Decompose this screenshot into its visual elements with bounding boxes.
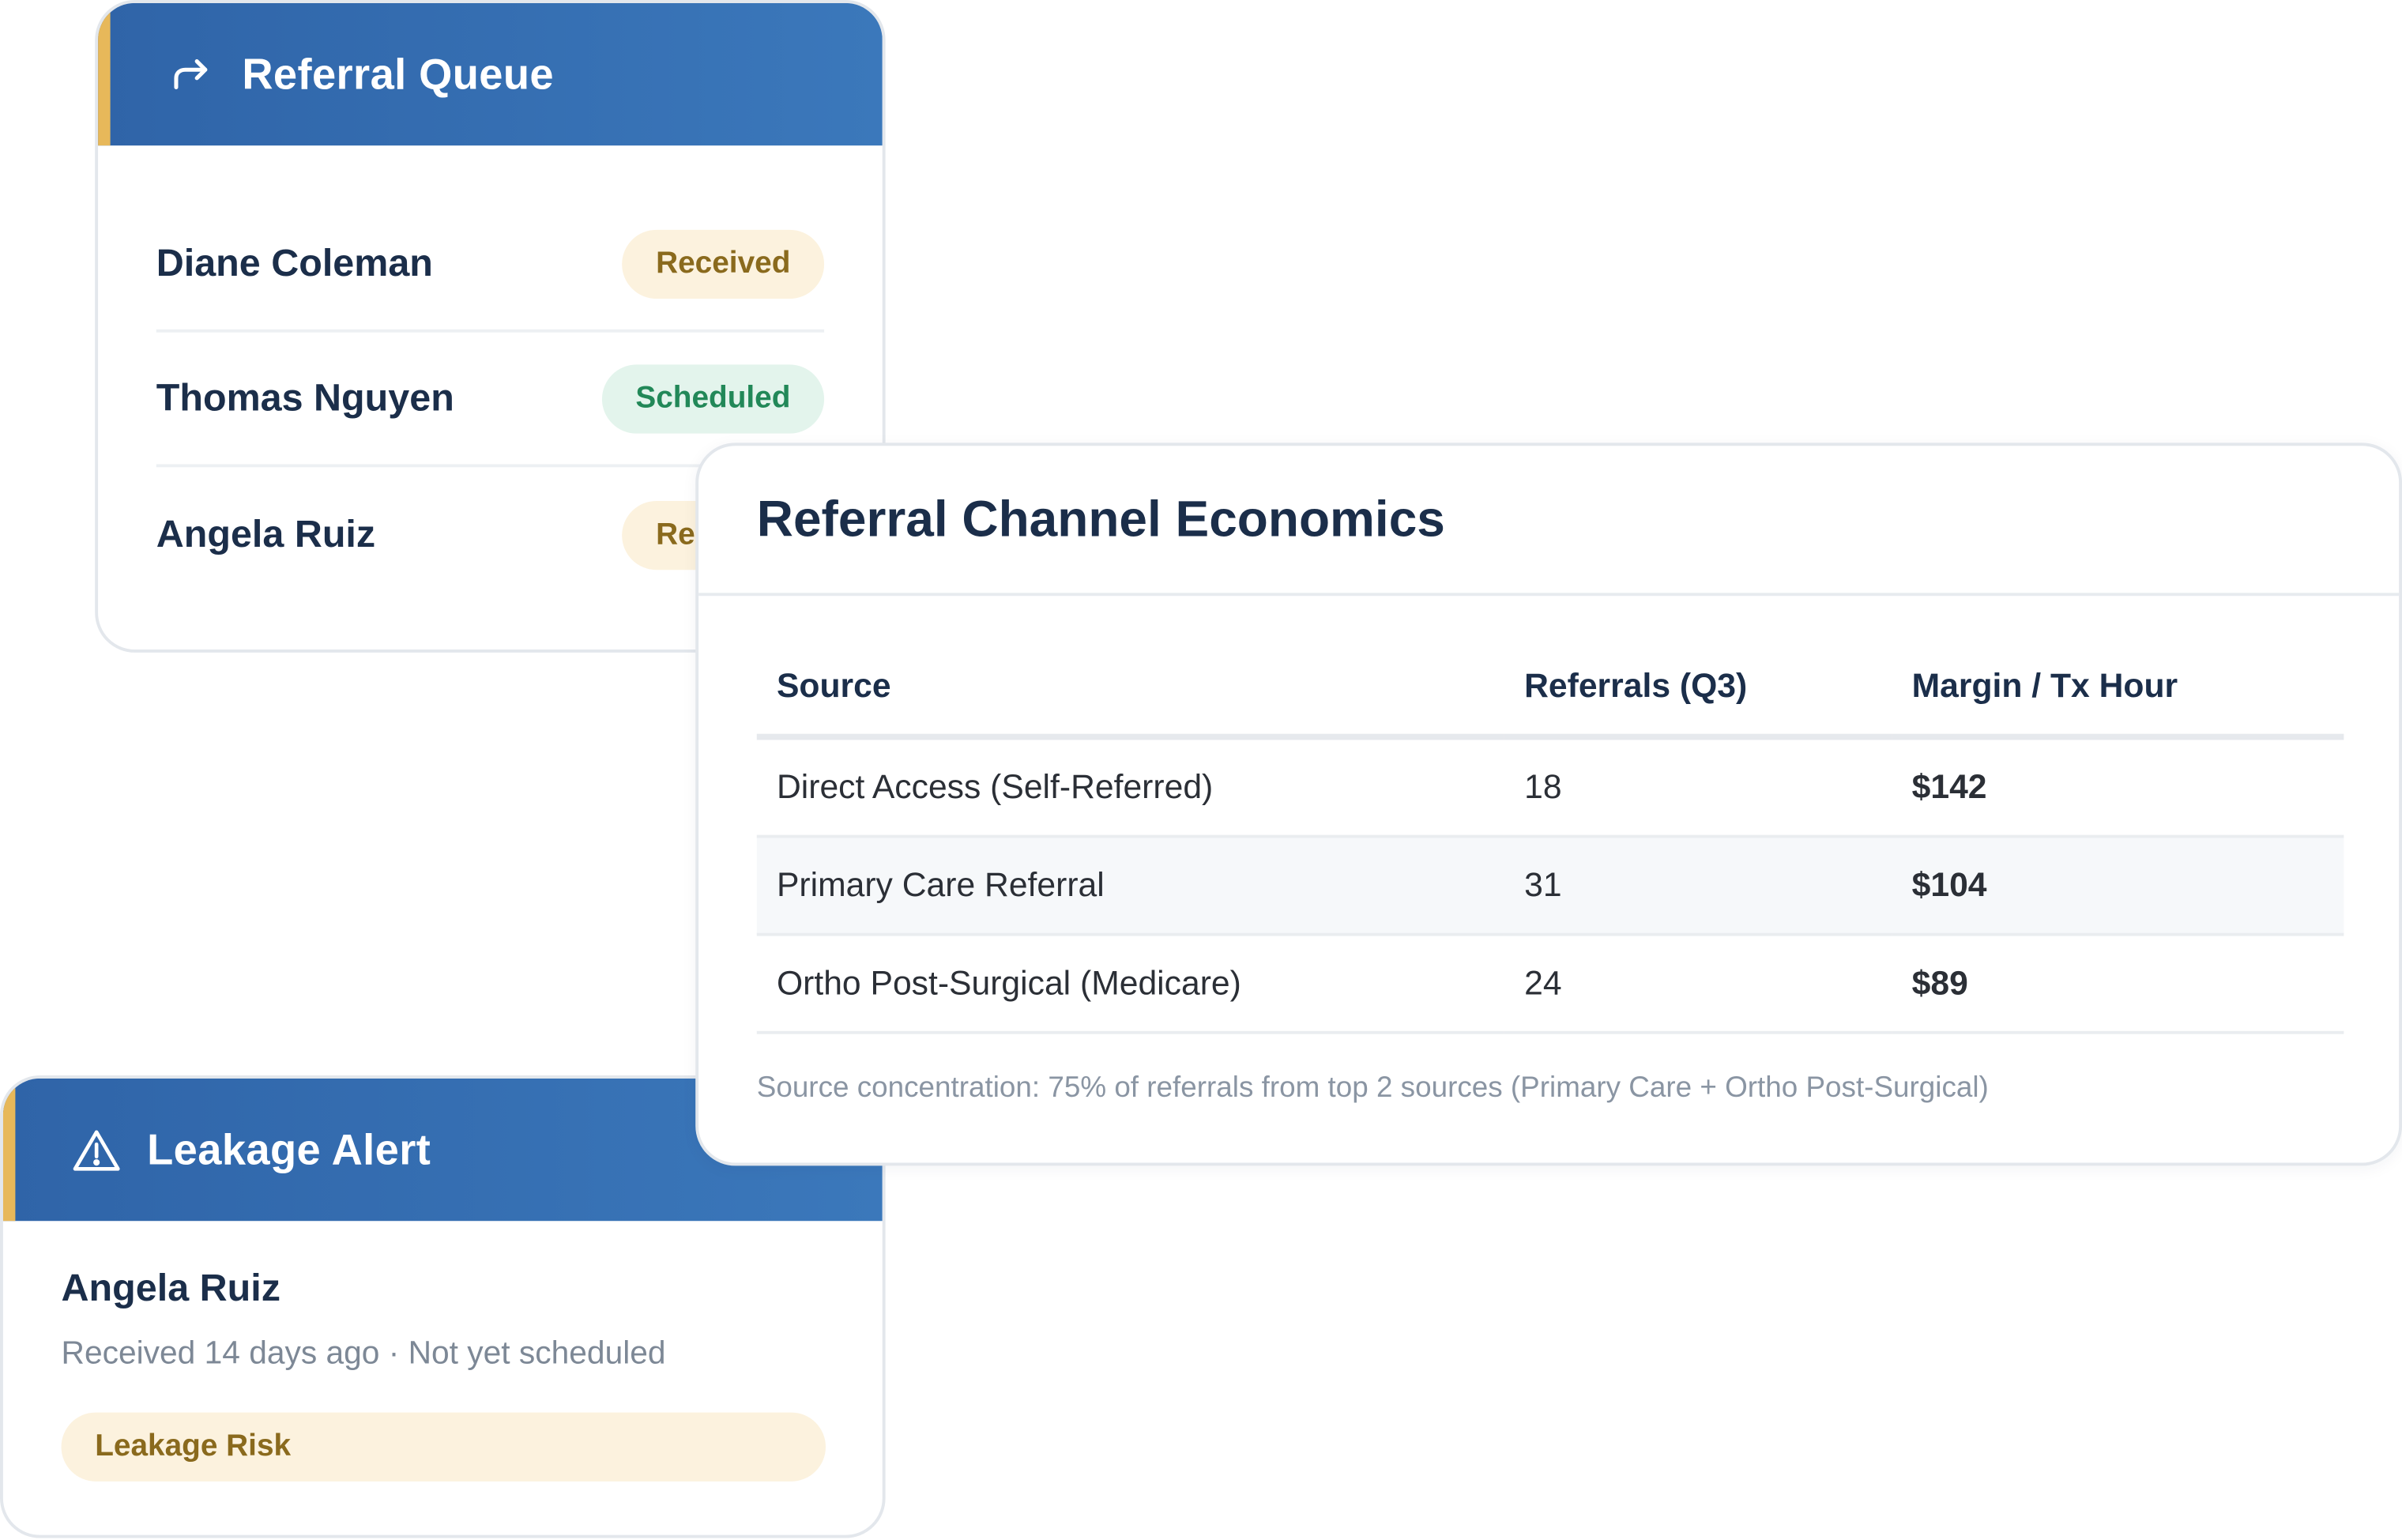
table-row[interactable]: Primary Care Referral 31 $104	[756, 836, 2344, 936]
queue-row[interactable]: Diane Coleman Received	[156, 198, 825, 333]
status-badge: Received	[622, 228, 825, 299]
margin-cell: $89	[1892, 934, 2344, 1034]
stage: Referral Queue Diane Coleman Received Th…	[0, 0, 2402, 1539]
channel-economics-title: Referral Channel Economics	[756, 490, 1445, 548]
patient-name: Angela Ruiz	[156, 512, 376, 555]
column-header-source[interactable]: Source	[756, 638, 1504, 740]
referral-queue-title: Referral Queue	[242, 50, 554, 98]
table-row[interactable]: Direct Access (Self-Referred) 18 $142	[756, 736, 2344, 838]
channel-economics-card: Referral Channel Economics Source Referr…	[695, 442, 2402, 1166]
accent-bar	[2, 1078, 16, 1222]
leakage-alert-title: Leakage Alert	[147, 1125, 431, 1173]
margin-cell: $142	[1892, 736, 2344, 838]
column-header-margin[interactable]: Margin / Tx Hour	[1892, 638, 2344, 740]
source-cell: Ortho Post-Surgical (Medicare)	[756, 934, 1504, 1034]
accent-bar	[98, 2, 111, 146]
leakage-detail: Received 14 days ago · Not yet scheduled	[61, 1335, 666, 1372]
referrals-cell: 31	[1504, 836, 1892, 936]
channel-economics-header: Referral Channel Economics	[698, 446, 2400, 597]
table-row[interactable]: Ortho Post-Surgical (Medicare) 24 $89	[756, 934, 2344, 1034]
forward-arrow-icon	[165, 48, 217, 100]
leakage-risk-badge: Leakage Risk	[61, 1412, 826, 1482]
warning-triangle-icon	[70, 1124, 122, 1176]
concentration-footnote: Source concentration: 75% of referrals f…	[756, 1072, 1989, 1105]
status-badge: Scheduled	[601, 363, 825, 433]
leakage-alert-body: Angela Ruiz Received 14 days ago · Not y…	[3, 1221, 883, 1482]
source-cell: Direct Access (Self-Referred)	[756, 736, 1504, 838]
channel-economics-table: Source Referrals (Q3) Margin / Tx Hour D…	[756, 638, 2344, 1034]
margin-cell: $104	[1892, 836, 2344, 936]
channel-economics-body: Source Referrals (Q3) Margin / Tx Hour D…	[698, 596, 2399, 1106]
referrals-cell: 18	[1504, 736, 1892, 838]
patient-name: Thomas Nguyen	[156, 375, 454, 420]
patient-name: Diane Coleman	[156, 241, 433, 284]
leakage-patient-name: Angela Ruiz	[61, 1267, 280, 1310]
table-header-row: Source Referrals (Q3) Margin / Tx Hour	[756, 638, 2344, 740]
column-header-referrals[interactable]: Referrals (Q3)	[1504, 638, 1892, 740]
referrals-cell: 24	[1504, 934, 1892, 1034]
source-cell: Primary Care Referral	[756, 836, 1504, 936]
referral-queue-header: Referral Queue	[98, 2, 883, 146]
